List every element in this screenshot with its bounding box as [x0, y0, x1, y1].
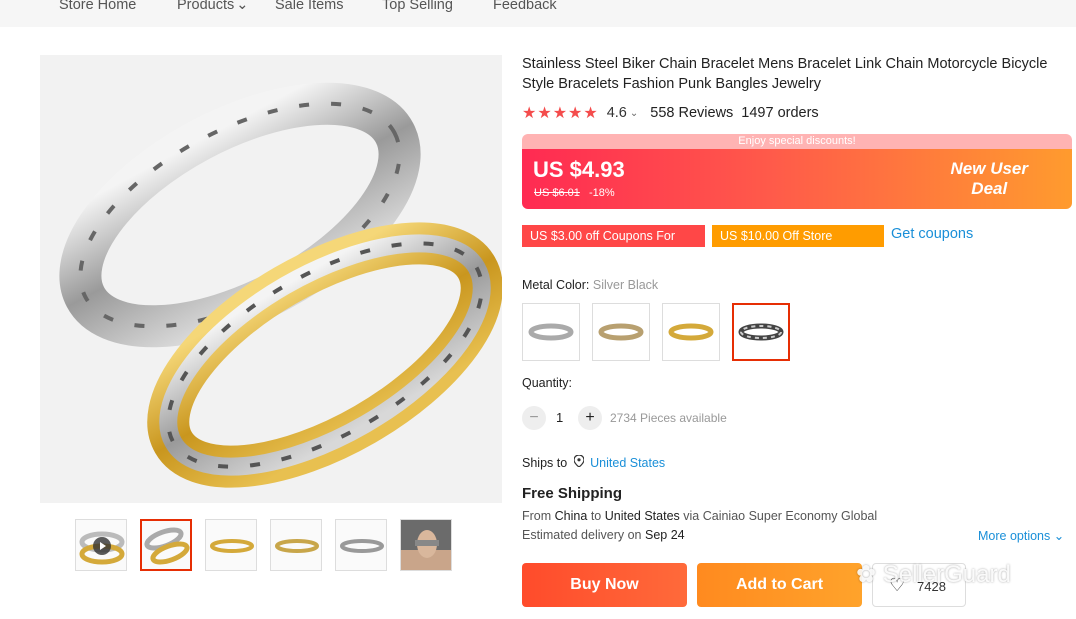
deal-line-2: Deal — [971, 179, 1008, 198]
ship-to: United States — [604, 509, 680, 523]
ships-to-location[interactable]: United States — [590, 456, 665, 470]
thumbnail-image-5[interactable] — [400, 519, 452, 571]
coupon-for-you[interactable]: US $3.00 off Coupons For You — [522, 225, 705, 265]
store-coupon[interactable]: US $10.00 Off Store Coupon — [712, 225, 884, 265]
chevron-down-icon: ⌄ — [236, 0, 249, 13]
thumbnail-wrist-image — [401, 530, 451, 570]
nav-top-selling[interactable]: Top Selling — [382, 0, 453, 13]
swatch-image — [598, 323, 644, 341]
color-swatch-1[interactable] — [522, 303, 580, 361]
quantity-decrease-button[interactable]: − — [522, 406, 546, 430]
ships-to-row: Ships to United States — [522, 455, 665, 470]
color-swatch-4[interactable] — [732, 303, 790, 361]
thumbnail-image-4[interactable] — [335, 519, 387, 571]
get-coupons-link[interactable]: Get coupons — [891, 226, 973, 242]
thumbnail-image-2[interactable] — [205, 519, 257, 571]
color-swatch-3[interactable] — [662, 303, 720, 361]
swatch-image — [528, 323, 574, 341]
thumbnail-bracelet-image — [144, 527, 190, 565]
delivery-label: Estimated delivery on — [522, 528, 642, 542]
watermark-logo: ✿ SellerGuard — [856, 560, 1011, 589]
quantity-value[interactable]: 1 — [556, 410, 563, 425]
nav-products-label: Products — [177, 0, 235, 13]
chat-bubble-icon: ✿ — [856, 561, 877, 588]
watermark-text: SellerGuard — [882, 561, 1011, 588]
thumbnail-video[interactable] — [75, 519, 127, 571]
delivery-date: Sep 24 — [645, 528, 685, 542]
discount-percent: -18% — [589, 187, 615, 199]
promo-banner: Enjoy special discounts! — [522, 134, 1072, 149]
shipping-method: via Cainiao Super Economy Global — [683, 509, 878, 523]
to-label: to — [590, 509, 602, 523]
thumbnail-bracelet-image — [210, 539, 254, 553]
new-user-deal-badge: New User Deal — [951, 159, 1028, 199]
orders-count: 1497 orders — [741, 105, 819, 121]
thumbnail-image-1[interactable] — [140, 519, 192, 571]
price-box: US $4.93 US $6.01 -18% New User Deal — [522, 149, 1072, 209]
rating-value[interactable]: 4.6 — [607, 105, 627, 121]
play-icon — [93, 537, 111, 555]
deal-line-1: New User — [950, 159, 1028, 178]
bracelet-image — [59, 82, 502, 488]
product-title: Stainless Steel Biker Chain Bracelet Men… — [522, 56, 1048, 92]
original-price: US $6.01 — [534, 187, 580, 199]
location-pin-icon — [573, 455, 584, 467]
nav-sale-items[interactable]: Sale Items — [275, 0, 344, 13]
from-label: From — [522, 509, 552, 523]
product-main-image[interactable] — [40, 55, 502, 503]
metal-color-selected: Silver Black — [592, 278, 659, 292]
free-shipping-heading: Free Shipping — [522, 485, 623, 502]
store-nav-bar: Store Home Products ⌄ Sale Items Top Sell… — [0, 0, 1076, 27]
shipping-route: From China to United States via Cainiao … — [522, 509, 877, 523]
quantity-increase-button[interactable]: + — [578, 406, 602, 430]
add-to-cart-button[interactable]: Add to Cart — [697, 563, 862, 607]
metal-color-title: Metal Color: — [522, 278, 590, 292]
swatch-image — [738, 323, 784, 341]
pieces-available: 2734 Pieces available — [610, 411, 727, 425]
color-swatch-2[interactable] — [592, 303, 650, 361]
estimated-delivery: Estimated delivery on Sep 24 — [522, 528, 685, 542]
nav-products[interactable]: Products ⌄ — [177, 0, 248, 13]
more-shipping-options-link[interactable]: More options ⌄ — [978, 528, 1064, 543]
rating-stars-icon: ★★★★★ — [522, 105, 599, 122]
nav-feedback[interactable]: Feedback — [493, 0, 557, 13]
thumbnail-image-3[interactable] — [270, 519, 322, 571]
ships-to-label: Ships to — [522, 456, 568, 470]
ship-from: China — [554, 509, 588, 523]
quantity-label: Quantity: — [522, 376, 573, 390]
current-price: US $4.93 — [533, 157, 625, 182]
thumbnail-bracelet-image — [340, 539, 384, 553]
chevron-down-icon[interactable]: ⌄ — [630, 108, 638, 119]
nav-store-home[interactable]: Store Home — [59, 0, 136, 13]
thumbnail-bracelet-image — [275, 539, 319, 553]
reviews-link[interactable]: 558 Reviews — [650, 105, 733, 121]
rating-row: ★★★★★ 4.6 ⌄ 558 Reviews 1497 orders — [522, 103, 819, 123]
swatch-image — [668, 323, 714, 341]
buy-now-button[interactable]: Buy Now — [522, 563, 687, 607]
metal-color-label: Metal Color: Silver Black — [522, 278, 658, 292]
